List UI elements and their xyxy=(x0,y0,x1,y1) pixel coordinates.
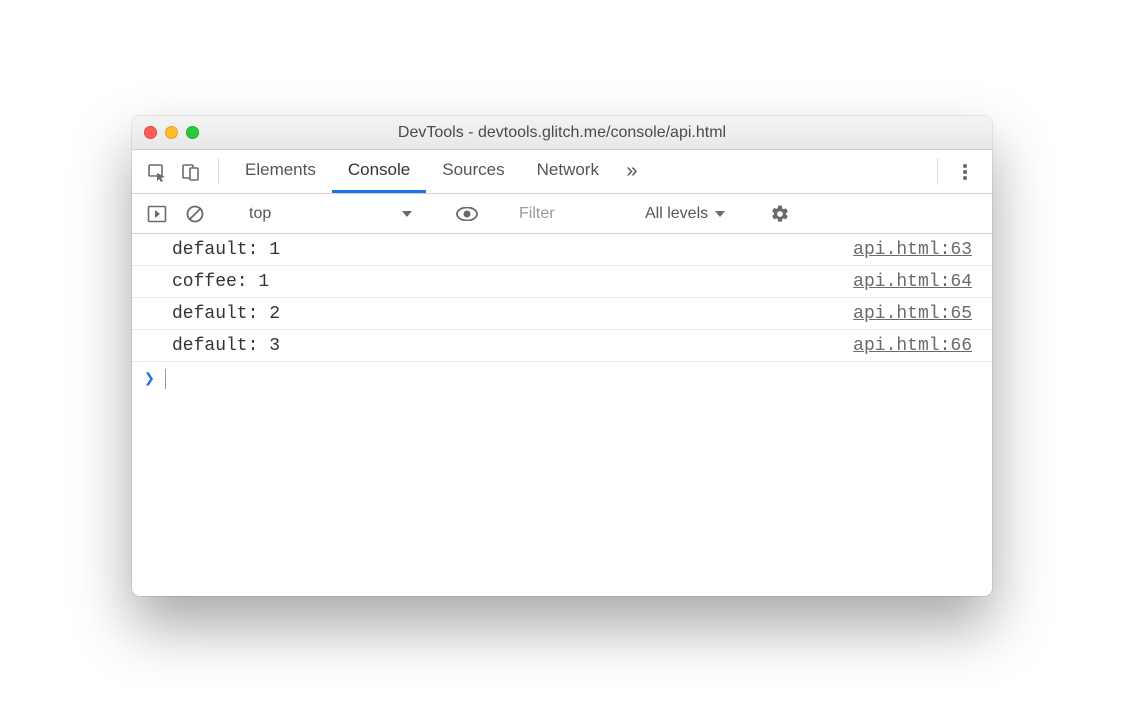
close-window-button[interactable] xyxy=(144,126,157,139)
console-message: coffee: 1 xyxy=(172,272,269,292)
console-settings-icon[interactable] xyxy=(763,204,797,224)
toggle-sidebar-icon[interactable] xyxy=(140,205,174,223)
levels-label: All levels xyxy=(645,205,708,223)
chevron-down-icon xyxy=(714,210,726,218)
source-link[interactable]: api.html:65 xyxy=(853,304,972,324)
console-row: default: 3 api.html:66 xyxy=(132,330,992,362)
overflow-menu-button[interactable] xyxy=(948,150,982,193)
tab-label: Network xyxy=(537,160,599,180)
console-message: default: 1 xyxy=(172,240,280,260)
execution-context-select[interactable]: top xyxy=(241,201,421,227)
tab-console[interactable]: Console xyxy=(332,150,426,193)
log-levels-select[interactable]: All levels xyxy=(637,205,734,223)
console-row: default: 2 api.html:65 xyxy=(132,298,992,330)
console-message: default: 3 xyxy=(172,336,280,356)
titlebar: DevTools - devtools.glitch.me/console/ap… xyxy=(132,116,992,150)
prompt-caret-icon: ❯ xyxy=(144,368,155,389)
chevron-double-right-icon: » xyxy=(626,160,637,183)
console-row: coffee: 1 api.html:64 xyxy=(132,266,992,298)
console-output: default: 1 api.html:63 coffee: 1 api.htm… xyxy=(132,234,992,596)
maximize-window-button[interactable] xyxy=(186,126,199,139)
filter-input[interactable] xyxy=(513,201,633,227)
console-toolbar: top All levels xyxy=(132,194,992,234)
panel-tabs-bar: Elements Console Sources Network » xyxy=(132,150,992,194)
divider xyxy=(937,158,938,185)
tab-elements[interactable]: Elements xyxy=(229,150,332,193)
source-link[interactable]: api.html:63 xyxy=(853,240,972,260)
traffic-lights xyxy=(144,126,199,139)
divider xyxy=(218,158,219,185)
tab-sources[interactable]: Sources xyxy=(426,150,520,193)
live-expression-icon[interactable] xyxy=(450,207,484,221)
clear-console-icon[interactable] xyxy=(178,204,212,224)
tab-label: Console xyxy=(348,160,410,180)
inspect-element-icon[interactable] xyxy=(140,150,174,193)
minimize-window-button[interactable] xyxy=(165,126,178,139)
devtools-window: DevTools - devtools.glitch.me/console/ap… xyxy=(132,116,992,596)
kebab-icon xyxy=(962,162,968,182)
source-link[interactable]: api.html:66 xyxy=(853,336,972,356)
tab-label: Sources xyxy=(442,160,504,180)
console-row: default: 1 api.html:63 xyxy=(132,234,992,266)
chevron-down-icon xyxy=(401,210,413,218)
tab-network[interactable]: Network xyxy=(521,150,615,193)
console-prompt[interactable]: ❯ xyxy=(132,362,992,395)
device-toolbar-icon[interactable] xyxy=(174,150,208,193)
console-message: default: 2 xyxy=(172,304,280,324)
more-tabs-button[interactable]: » xyxy=(615,150,649,193)
context-label: top xyxy=(249,205,271,223)
console-input[interactable] xyxy=(165,369,980,389)
window-title: DevTools - devtools.glitch.me/console/ap… xyxy=(132,124,992,142)
source-link[interactable]: api.html:64 xyxy=(853,272,972,292)
tab-label: Elements xyxy=(245,160,316,180)
